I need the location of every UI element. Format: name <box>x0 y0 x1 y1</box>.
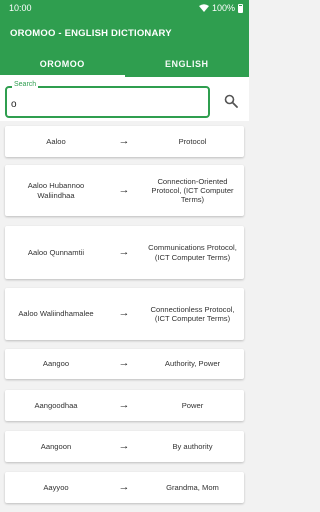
english-translation: Communications Protocol, (ICT Computer T… <box>148 243 237 262</box>
battery-text: 100% <box>211 3 235 13</box>
list-item[interactable]: Aaloo Waliindhamalee → Connectionless Pr… <box>5 288 244 340</box>
oromo-word: Aangoodhaa <box>34 400 78 410</box>
oromo-word: Aaloo Qunnamtii <box>27 247 85 257</box>
search-input[interactable] <box>11 96 201 112</box>
status-icons: 100% <box>198 3 243 13</box>
search-label: Search <box>12 81 39 88</box>
tab-oromoo-label: OROMOO <box>39 59 85 69</box>
list-item[interactable]: Aayyoo → Grandma, Mom <box>5 472 244 503</box>
list-item[interactable]: Aangoon → By authority <box>5 431 244 462</box>
search-field[interactable] <box>5 86 210 118</box>
arrow-icon: → <box>118 245 130 258</box>
search-area: Search <box>0 77 249 121</box>
list-item[interactable]: Aaloo Hubannoo Waliindhaa → Connection-O… <box>5 165 244 216</box>
battery-icon <box>238 3 243 13</box>
english-translation: Connection-Oriented Protocol, (ICT Compu… <box>151 176 234 205</box>
tab-english[interactable]: ENGLISH <box>125 51 250 77</box>
oromo-word: Aayyoo <box>43 482 69 492</box>
arrow-icon: → <box>118 134 130 147</box>
arrow-icon: → <box>118 480 130 493</box>
oromo-word: Aaloo Waliindhamalee <box>18 309 94 319</box>
arrow-icon: → <box>118 307 130 320</box>
list-item[interactable]: Aangoodhaa → Power <box>5 390 244 421</box>
tab-oromoo[interactable]: OROMOO <box>0 51 125 77</box>
status-time: 10:00 <box>9 3 32 13</box>
arrow-icon: → <box>118 398 130 411</box>
oromo-word: Aangoon <box>40 441 72 451</box>
wifi-icon <box>198 4 209 12</box>
list-item[interactable]: Aaloo → Protocol <box>5 126 244 157</box>
tab-bar: OROMOO ENGLISH <box>0 51 249 77</box>
app-bar: OROMOO - ENGLISH DICTIONARY <box>0 17 249 51</box>
tab-english-label: ENGLISH <box>164 59 209 69</box>
arrow-icon: → <box>118 357 130 370</box>
oromo-word: Aangoo <box>42 359 70 369</box>
oromo-word: Aaloo <box>46 136 66 146</box>
list-item[interactable]: Aangoo → Authority, Power <box>5 349 244 379</box>
app-title: OROMOO - ENGLISH DICTIONARY <box>10 28 172 39</box>
list-item[interactable]: Aaloo Qunnamtii → Communications Protoco… <box>5 226 244 279</box>
arrow-icon: → <box>118 439 130 452</box>
status-bar: 10:00 100% <box>0 0 249 17</box>
oromo-word: Aaloo Hubannoo Waliindhaa <box>27 181 85 200</box>
search-icon[interactable] <box>224 94 238 108</box>
english-translation: Connectionless Protocol, (ICT Computer T… <box>150 304 235 323</box>
english-translation: By authority <box>172 441 213 451</box>
english-translation: Grandma, Mom <box>166 482 219 492</box>
english-translation: Protocol <box>178 136 207 146</box>
english-translation: Power <box>181 400 204 410</box>
english-translation: Authority, Power <box>164 359 221 369</box>
arrow-icon: → <box>118 183 130 196</box>
